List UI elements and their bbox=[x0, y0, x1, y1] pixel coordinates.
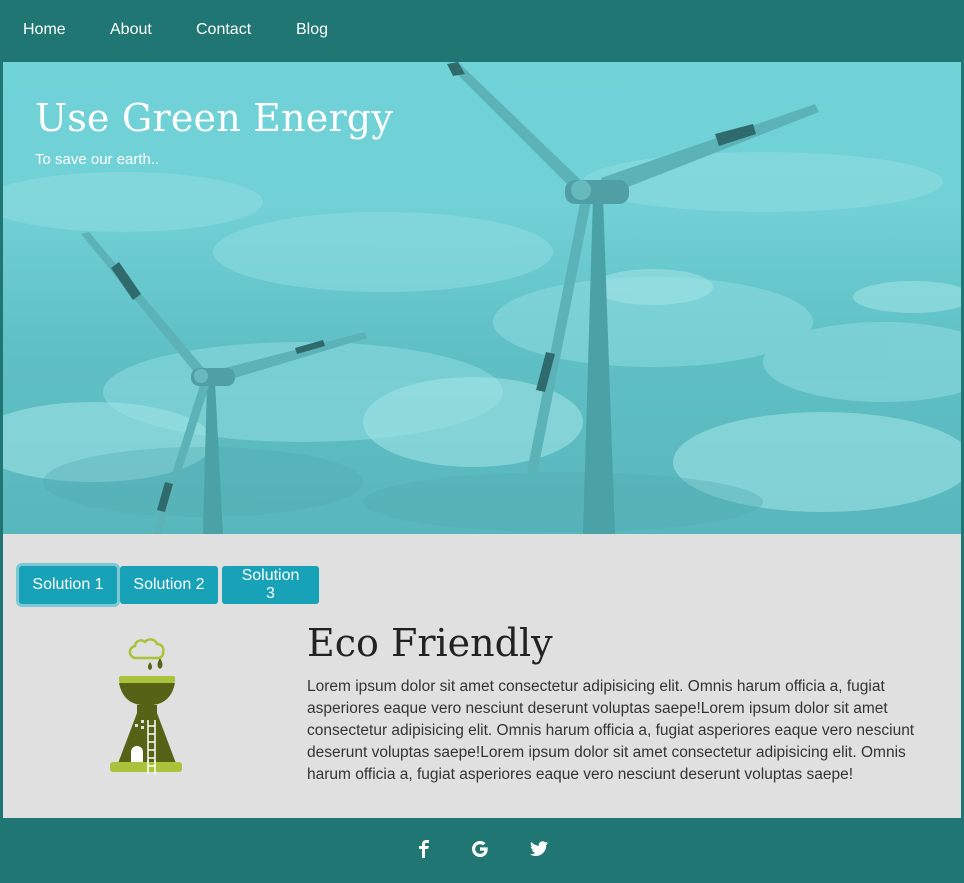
page-frame: Home About Contact Blog Use Green Energy… bbox=[0, 0, 964, 883]
hero-banner: Use Green Energy To save our earth.. bbox=[3, 62, 961, 534]
nav-about-link[interactable]: About bbox=[110, 21, 152, 39]
facebook-icon[interactable] bbox=[413, 838, 435, 860]
nav-contact-link[interactable]: Contact bbox=[196, 21, 251, 39]
top-nav: Home About Contact Blog bbox=[3, 0, 961, 62]
eco-tower-icon bbox=[110, 638, 182, 774]
footer bbox=[3, 818, 961, 880]
solutions-section: Solution 1 Solution 2 Solution 3 Eco Fri… bbox=[3, 534, 961, 818]
hero-title: Use Green Energy bbox=[35, 96, 394, 140]
tab-solution-1[interactable]: Solution 1 bbox=[19, 566, 117, 604]
section-body: Lorem ipsum dolor sit amet consectetur a… bbox=[307, 678, 915, 783]
tab-solution-3[interactable]: Solution 3 bbox=[222, 566, 319, 604]
twitter-icon[interactable] bbox=[528, 838, 550, 860]
nav-home-link[interactable]: Home bbox=[23, 21, 66, 39]
tab-solution-2[interactable]: Solution 2 bbox=[120, 566, 218, 604]
hero-subtitle: To save our earth.. bbox=[35, 151, 160, 168]
nav-blog-link[interactable]: Blog bbox=[296, 21, 328, 39]
section-title: Eco Friendly bbox=[307, 621, 553, 665]
google-icon[interactable] bbox=[469, 838, 491, 860]
